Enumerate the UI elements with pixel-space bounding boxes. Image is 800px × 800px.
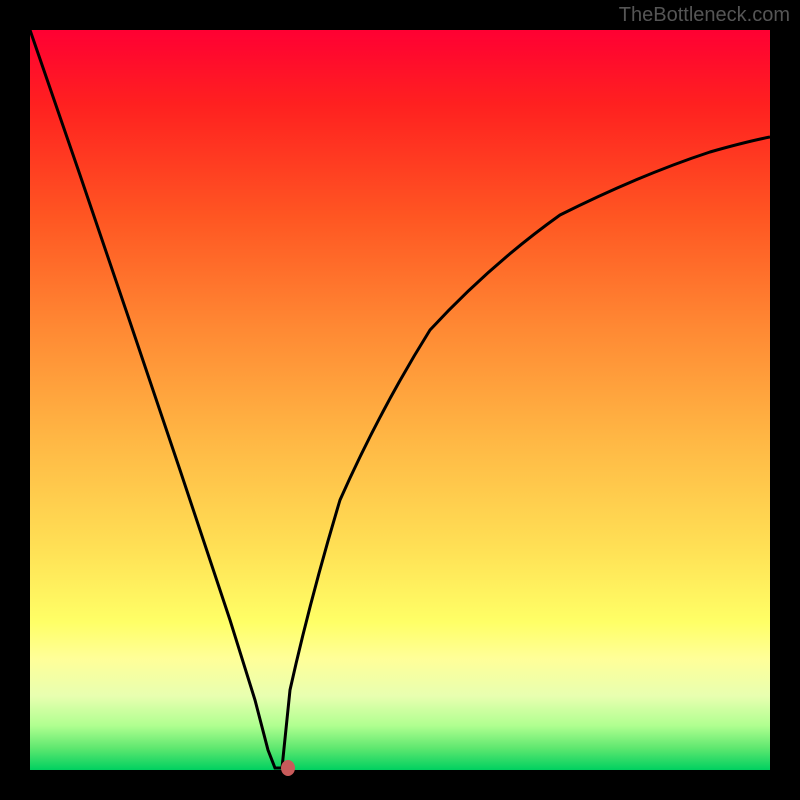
chart-plot-area bbox=[30, 30, 770, 770]
bottleneck-curve bbox=[30, 30, 770, 768]
curve-svg bbox=[30, 30, 770, 770]
curve-minimum-marker bbox=[281, 760, 295, 776]
watermark-text: TheBottleneck.com bbox=[619, 4, 790, 27]
